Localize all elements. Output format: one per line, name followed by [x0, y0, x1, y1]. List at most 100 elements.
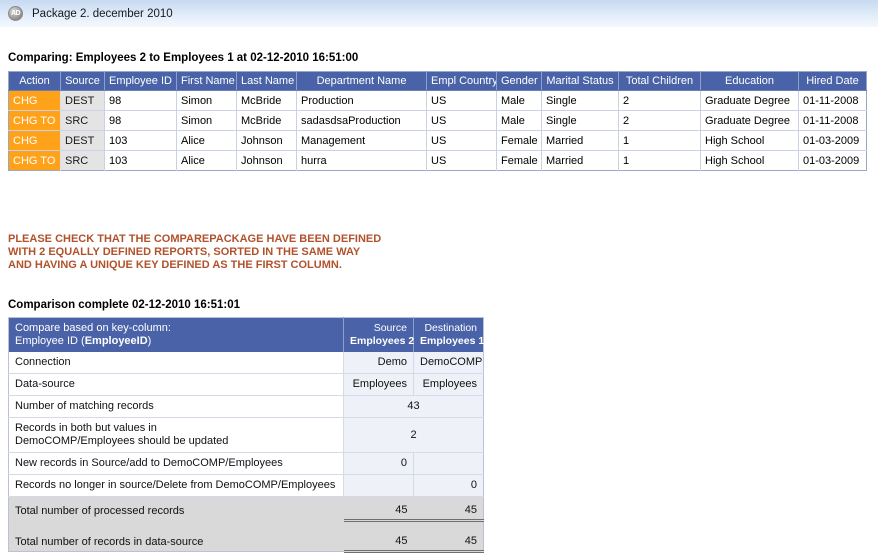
- summary-source-name: Source: [373, 322, 407, 334]
- diff-col-total-children[interactable]: Total Children: [618, 71, 701, 91]
- summary-key-line2: Employee ID (EmployeeID): [15, 335, 337, 348]
- cell-action: CHG: [8, 130, 61, 151]
- summary-label: Records in both but values in DemoCOMP/E…: [8, 417, 344, 453]
- cell-gender: Female: [496, 150, 542, 171]
- window-title: Package 2. december 2010: [32, 7, 173, 20]
- cell-marital-status: Married: [541, 130, 619, 151]
- cell-gender: Female: [496, 130, 542, 151]
- summary-label: Connection: [8, 352, 344, 374]
- summary-label-line2: DemoCOMP/Employees should be updated: [15, 435, 229, 447]
- warning-message: PLEASE CHECK THAT THE COMPAREPACKAGE HAV…: [8, 233, 870, 272]
- diff-col-gender[interactable]: Gender: [496, 71, 542, 91]
- table-row: CHG DEST 98 Simon McBride Production US …: [8, 90, 867, 111]
- cell-source: SRC: [60, 110, 105, 131]
- summary-source-value: Employees 2: [350, 335, 415, 347]
- summary-source-value: Employees: [343, 373, 414, 396]
- app-icon-text: AD: [10, 10, 21, 17]
- summary-total-label: Total number of records in data-source: [8, 528, 344, 552]
- cell-hired-date: 01-11-2008: [798, 90, 867, 111]
- summary-destination-value: Employees: [413, 373, 484, 396]
- warning-line-3: AND HAVING A UNIQUE KEY DEFINED AS THE F…: [8, 259, 342, 271]
- diff-col-employee-id[interactable]: Employee ID: [104, 71, 177, 91]
- cell-education: High School: [700, 130, 799, 151]
- summary-destination-value: DemoCOMP: [413, 352, 484, 374]
- summary-label: New records in Source/add to DemoCOMP/Em…: [8, 452, 344, 475]
- cell-last-name: McBride: [236, 90, 297, 111]
- cell-first-name: Alice: [176, 150, 237, 171]
- cell-first-name: Simon: [176, 90, 237, 111]
- cell-first-name: Simon: [176, 110, 237, 131]
- diff-col-hired-date[interactable]: Hired Date: [798, 71, 867, 91]
- cell-marital-status: Married: [541, 150, 619, 171]
- cell-marital-status: Single: [541, 90, 619, 111]
- diff-col-source[interactable]: Source: [60, 71, 105, 91]
- table-row: CHG DEST 103 Alice Johnson Management US…: [8, 130, 867, 151]
- diff-table: Action Source Employee ID First Name Las…: [8, 71, 867, 171]
- cell-empl-country: US: [426, 150, 497, 171]
- cell-hired-date: 01-03-2009: [798, 150, 867, 171]
- diff-col-department-name[interactable]: Department Name: [296, 71, 427, 91]
- summary-row-deleted-records: Records no longer in source/Delete from …: [8, 474, 484, 497]
- cell-employee-id: 103: [104, 130, 177, 151]
- cell-employee-id: 103: [104, 150, 177, 171]
- summary-key-column-header: Compare based on key-column: Employee ID…: [8, 317, 344, 352]
- summary-span-value: 2: [343, 417, 484, 453]
- cell-education: Graduate Degree: [700, 110, 799, 131]
- summary-label: Data-source: [8, 373, 344, 396]
- cell-marital-status: Single: [541, 110, 619, 131]
- cell-last-name: McBride: [236, 110, 297, 131]
- summary-key-suffix: ): [147, 335, 152, 347]
- diff-col-education[interactable]: Education: [700, 71, 799, 91]
- diff-col-first-name[interactable]: First Name: [176, 71, 237, 91]
- cell-education: Graduate Degree: [700, 90, 799, 111]
- summary-total-destination: 45: [413, 528, 484, 553]
- diff-col-empl-country[interactable]: Empl Country: [426, 71, 497, 91]
- cell-department-name: hurra: [296, 150, 427, 171]
- summary-total-source: 45: [343, 496, 414, 522]
- cell-empl-country: US: [426, 110, 497, 131]
- comparison-complete-header: Comparison complete 02-12-2010 16:51:01: [8, 299, 241, 311]
- summary-key-bold: EmployeeID: [84, 335, 148, 347]
- summary-row-values-updated: Records in both but values in DemoCOMP/E…: [8, 417, 484, 453]
- diff-col-last-name[interactable]: Last Name: [236, 71, 297, 91]
- summary-total-processed-records: Total number of processed records 45 45: [8, 496, 484, 522]
- summary-label: Number of matching records: [8, 395, 344, 418]
- cell-empl-country: US: [426, 90, 497, 111]
- summary-destination-value: [413, 452, 484, 475]
- summary-row-data-source: Data-source Employees Employees: [8, 373, 484, 396]
- spacer-cell: [343, 520, 414, 528]
- table-row: CHG TO SRC 98 Simon McBride sadasdsaProd…: [8, 110, 867, 131]
- summary-total-source: 45: [343, 528, 414, 553]
- cell-total-children: 1: [618, 150, 701, 171]
- spacer-cell: [413, 520, 484, 528]
- diff-col-marital-status[interactable]: Marital Status: [541, 71, 619, 91]
- summary-row-new-records: New records in Source/add to DemoCOMP/Em…: [8, 452, 484, 475]
- cell-source: SRC: [60, 150, 105, 171]
- table-row: CHG TO SRC 103 Alice Johnson hurra US Fe…: [8, 150, 867, 171]
- cell-action: CHG TO: [8, 150, 61, 171]
- cell-total-children: 2: [618, 90, 701, 111]
- summary-key-prefix: Employee ID (: [15, 335, 85, 347]
- summary-label-line1: Records in both but values in: [15, 422, 157, 434]
- summary-destination-value: Employees 1: [420, 335, 485, 347]
- cell-total-children: 2: [618, 110, 701, 131]
- cell-source: DEST: [60, 130, 105, 151]
- summary-total-label: Total number of processed records: [8, 496, 344, 521]
- cell-last-name: Johnson: [236, 150, 297, 171]
- cell-department-name: sadasdsaProduction: [296, 110, 427, 131]
- cell-hired-date: 01-11-2008: [798, 110, 867, 131]
- diff-col-action[interactable]: Action: [8, 71, 61, 91]
- cell-gender: Male: [496, 110, 542, 131]
- summary-label: Records no longer in source/Delete from …: [8, 474, 344, 497]
- summary-span-value: 43: [343, 395, 484, 418]
- cell-hired-date: 01-03-2009: [798, 130, 867, 151]
- summary-source-value: 0: [343, 452, 414, 475]
- summary-source-value: [343, 474, 414, 497]
- summary-row-matching-records: Number of matching records 43: [8, 395, 484, 418]
- summary-table: Compare based on key-column: Employee ID…: [8, 317, 484, 553]
- summary-destination-name: Destination: [424, 322, 477, 334]
- spacer-cell: [8, 520, 344, 528]
- cell-department-name: Production: [296, 90, 427, 111]
- cell-last-name: Johnson: [236, 130, 297, 151]
- cell-first-name: Alice: [176, 130, 237, 151]
